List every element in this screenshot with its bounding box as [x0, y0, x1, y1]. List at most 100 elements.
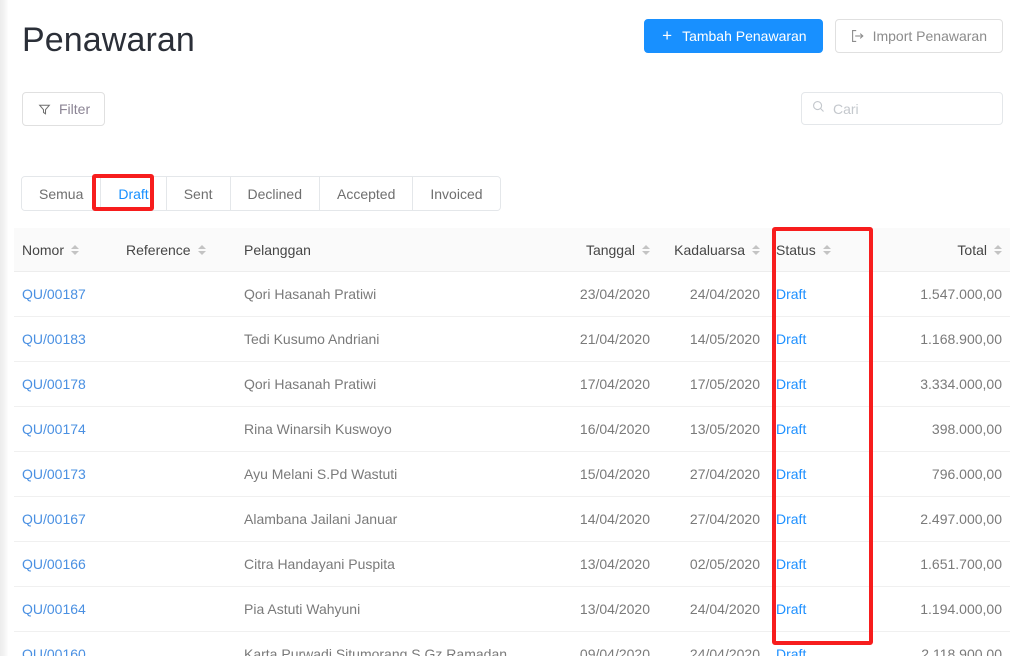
cell-pelanggan: Qori Hasanah Pratiwi — [236, 361, 550, 407]
tab-sent-label: Sent — [183, 185, 213, 202]
table-row[interactable]: QU/00166 Citra Handayani Puspita 13/04/202… — [14, 541, 1010, 587]
cell-nomor[interactable]: QU/00160 — [14, 631, 118, 656]
tab-invoiced[interactable]: Invoiced — [412, 177, 500, 210]
tab-draft[interactable]: Draft — [100, 177, 166, 210]
cell-nomor[interactable]: QU/00164 — [14, 586, 118, 632]
cell-reference — [118, 316, 236, 362]
column-header-reference[interactable]: Reference — [118, 228, 236, 272]
tab-declined[interactable]: Declined — [229, 177, 319, 210]
cell-nomor-link[interactable]: QU/00166 — [22, 556, 86, 572]
cell-status[interactable]: Draft — [768, 406, 864, 452]
column-header-tanggal-label: Tanggal — [585, 241, 635, 258]
sort-icon-tanggal[interactable] — [642, 244, 650, 255]
tab-accepted[interactable]: Accepted — [319, 177, 413, 210]
search-box[interactable] — [801, 92, 1003, 125]
cell-reference — [118, 541, 236, 587]
cell-status-link[interactable]: Draft — [776, 286, 806, 302]
add-penawaran-button[interactable]: + Tambah Penawaran — [644, 19, 823, 53]
filter-button[interactable]: Filter — [22, 92, 106, 126]
tab-semua[interactable]: Semua — [22, 177, 101, 210]
cell-status[interactable]: Draft — [768, 271, 864, 317]
sort-icon-kadaluarsa[interactable] — [752, 244, 760, 255]
search-input[interactable] — [833, 100, 992, 117]
cell-status[interactable]: Draft — [768, 316, 864, 362]
table-row[interactable]: QU/00164 Pia Astuti Wahyuni 13/04/2020 24/0… — [14, 586, 1010, 632]
column-header-nomor[interactable]: Nomor — [14, 228, 118, 272]
cell-kadaluarsa: 24/04/2020 — [658, 586, 768, 632]
table-row[interactable]: QU/00174 Rina Winarsih Kuswoyo 16/04/2020 1… — [14, 406, 1010, 452]
cell-total: 796.000,00 — [864, 451, 1010, 497]
penawaran-table-container: Nomor Reference Pelanggan Tanggal Kadalu… — [14, 228, 1010, 656]
cell-nomor-link[interactable]: QU/00187 — [22, 286, 86, 302]
sort-icon-nomor[interactable] — [71, 244, 80, 255]
column-header-pelanggan[interactable]: Pelanggan — [236, 228, 550, 272]
cell-nomor-link[interactable]: QU/00164 — [22, 601, 86, 617]
cell-status[interactable]: Draft — [768, 496, 864, 542]
cell-status-link[interactable]: Draft — [776, 556, 806, 572]
penawaran-table: Nomor Reference Pelanggan Tanggal Kadalu… — [14, 228, 1010, 656]
table-row[interactable]: QU/00183 Tedi Kusumo Andriani 21/04/2020 14… — [14, 316, 1010, 362]
cell-tanggal: 13/04/2020 — [550, 586, 658, 632]
header-actions: + Tambah Penawaran Import Penawaran — [644, 19, 1003, 53]
filter-toolbar: Filter — [22, 92, 1003, 126]
cell-status-link[interactable]: Draft — [776, 646, 806, 656]
cell-nomor[interactable]: QU/00178 — [14, 361, 118, 407]
cell-nomor[interactable]: QU/00187 — [14, 271, 118, 317]
cell-status[interactable]: Draft — [768, 541, 864, 587]
page-left-gutter — [0, 0, 8, 656]
cell-nomor-link[interactable]: QU/00167 — [22, 511, 86, 527]
cell-status-link[interactable]: Draft — [776, 511, 806, 527]
table-row[interactable]: QU/00173 Ayu Melani S.Pd Wastuti 15/04/202… — [14, 451, 1010, 497]
cell-nomor[interactable]: QU/00183 — [14, 316, 118, 362]
sort-icon-status[interactable] — [822, 244, 831, 255]
cell-status-link[interactable]: Draft — [776, 376, 806, 392]
column-header-status-label: Status — [776, 241, 816, 258]
column-header-tanggal[interactable]: Tanggal — [550, 228, 658, 272]
cell-kadaluarsa: 24/04/2020 — [658, 271, 768, 317]
cell-nomor[interactable]: QU/00166 — [14, 541, 118, 587]
column-header-kadaluarsa[interactable]: Kadaluarsa — [658, 228, 768, 272]
sort-icon-reference[interactable] — [197, 244, 206, 255]
cell-total: 3.334.000,00 — [864, 361, 1010, 407]
table-row[interactable]: QU/00167 Alambana Jailani Januar 14/04/202… — [14, 496, 1010, 542]
cell-reference — [118, 451, 236, 497]
cell-nomor-link[interactable]: QU/00174 — [22, 421, 86, 437]
column-header-total-label: Total — [957, 241, 987, 258]
table-row[interactable]: QU/00160 Karta Purwadi Situmorang S.Gz Ra… — [14, 631, 1010, 656]
cell-total: 1.651.700,00 — [864, 541, 1010, 587]
cell-status-link[interactable]: Draft — [776, 466, 806, 482]
import-icon — [851, 29, 865, 43]
sort-icon-total[interactable] — [994, 244, 1002, 255]
cell-total: 2.118.900,00 — [864, 631, 1010, 656]
import-penawaran-button[interactable]: Import Penawaran — [834, 19, 1003, 53]
tab-sent[interactable]: Sent — [165, 177, 230, 210]
cell-status[interactable]: Draft — [768, 451, 864, 497]
cell-kadaluarsa: 17/05/2020 — [658, 361, 768, 407]
cell-status-link[interactable]: Draft — [776, 421, 806, 437]
table-row[interactable]: QU/00178 Qori Hasanah Pratiwi 17/04/2020 17… — [14, 361, 1010, 407]
cell-nomor[interactable]: QU/00173 — [14, 451, 118, 497]
tab-declined-label: Declined — [247, 185, 302, 202]
cell-nomor-link[interactable]: QU/00178 — [22, 376, 86, 392]
cell-reference — [118, 496, 236, 542]
column-header-status[interactable]: Status — [768, 228, 864, 272]
cell-reference — [118, 271, 236, 317]
cell-status[interactable]: Draft — [768, 586, 864, 632]
cell-status-link[interactable]: Draft — [776, 331, 806, 347]
column-header-kadaluarsa-label: Kadaluarsa — [674, 241, 745, 258]
cell-pelanggan: Citra Handayani Puspita — [236, 541, 550, 587]
cell-status[interactable]: Draft — [768, 361, 864, 407]
cell-pelanggan: Ayu Melani S.Pd Wastuti — [236, 451, 550, 497]
cell-status[interactable]: Draft — [768, 631, 864, 656]
column-header-reference-label: Reference — [126, 241, 191, 258]
cell-nomor-link[interactable]: QU/00173 — [22, 466, 86, 482]
cell-nomor[interactable]: QU/00174 — [14, 406, 118, 452]
cell-status-link[interactable]: Draft — [776, 601, 806, 617]
cell-nomor[interactable]: QU/00167 — [14, 496, 118, 542]
column-header-total[interactable]: Total — [864, 228, 1010, 272]
cell-nomor-link[interactable]: QU/00160 — [22, 646, 86, 656]
cell-nomor-link[interactable]: QU/00183 — [22, 331, 86, 347]
table-row[interactable]: QU/00187 Qori Hasanah Pratiwi 23/04/2020 24… — [14, 271, 1010, 317]
cell-tanggal: 17/04/2020 — [550, 361, 658, 407]
import-penawaran-label: Import Penawaran — [872, 28, 987, 44]
